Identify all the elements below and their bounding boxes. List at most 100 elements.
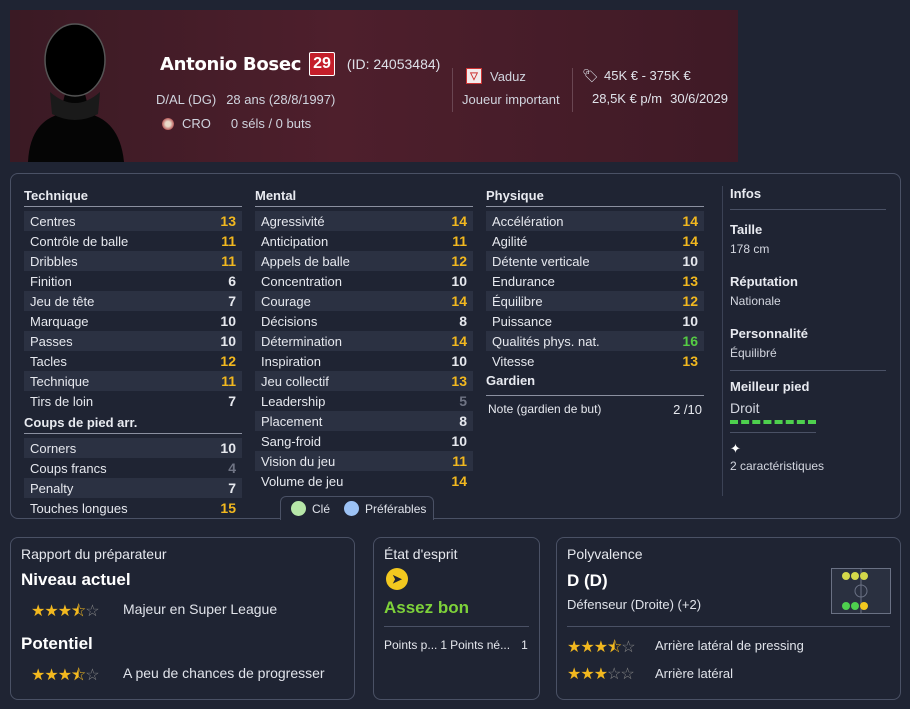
mental-attr-row[interactable]: Placement 8 bbox=[255, 411, 473, 431]
player-silhouette-icon bbox=[28, 23, 124, 162]
physical-attr-row[interactable]: Puissance 10 bbox=[486, 311, 704, 331]
physical-attr-label: Qualités phys. nat. bbox=[492, 333, 600, 349]
physical-attr-row[interactable]: Agilité 14 bbox=[486, 231, 704, 251]
mental-attr-row[interactable]: Agressivité 14 bbox=[255, 211, 473, 231]
technique-attr-row[interactable]: Technique 11 bbox=[24, 371, 242, 391]
mental-attr-row[interactable]: Jeu collectif 13 bbox=[255, 371, 473, 391]
physical-attr-row[interactable]: Accélération 14 bbox=[486, 211, 704, 231]
physical-attr-row[interactable]: Équilibre 12 bbox=[486, 291, 704, 311]
wage: 28,5K € p/m bbox=[592, 91, 663, 106]
mental-attr-value: 14 bbox=[451, 293, 467, 309]
role1-stars: ★★★⯪☆ bbox=[567, 639, 636, 656]
physical-attr-row[interactable]: Vitesse 13 bbox=[486, 351, 704, 371]
set-piece-attr-value: 15 bbox=[220, 500, 236, 516]
contract-end: 30/6/2029 bbox=[670, 91, 728, 106]
physical-attr-row[interactable]: Détente verticale 10 bbox=[486, 251, 704, 271]
personality-label: Personnalité bbox=[730, 326, 809, 341]
mental-column: Mental Agressivité 14 Anticipation 11 Appels… bbox=[255, 188, 473, 491]
goalkeeper-rating-label: Note (gardien de but) bbox=[488, 402, 602, 416]
technique-attr-row[interactable]: Tacles 12 bbox=[24, 351, 242, 371]
mood-title[interactable]: État d'esprit bbox=[384, 546, 458, 562]
physical-attr-label: Accélération bbox=[492, 213, 564, 229]
technique-attr-row[interactable]: Tirs de loin 7 bbox=[24, 391, 242, 411]
mental-attr-label: Jeu collectif bbox=[261, 373, 329, 389]
mental-attr-row[interactable]: Leadership 5 bbox=[255, 391, 473, 411]
technique-attr-row[interactable]: Contrôle de balle 11 bbox=[24, 231, 242, 251]
role2-label[interactable]: Arrière latéral bbox=[655, 666, 733, 681]
coach-report-panel: Rapport du préparateur Niveau actuel ★★★… bbox=[10, 537, 355, 700]
mental-attr-value: 14 bbox=[451, 213, 467, 229]
set-piece-attr-row[interactable]: Coups francs 4 bbox=[24, 458, 242, 478]
mental-attr-value: 8 bbox=[459, 413, 467, 429]
technique-attr-row[interactable]: Dribbles 11 bbox=[24, 251, 242, 271]
foot-strength-bar bbox=[730, 420, 816, 433]
mental-attr-row[interactable]: Détermination 14 bbox=[255, 331, 473, 351]
legend-key[interactable]: Clé bbox=[312, 502, 330, 516]
physical-attr-value: 10 bbox=[682, 313, 698, 329]
current-ability-label: Niveau actuel bbox=[21, 570, 131, 589]
technique-attr-value: 10 bbox=[220, 313, 236, 329]
technique-attr-row[interactable]: Finition 6 bbox=[24, 271, 242, 291]
club-name[interactable]: Vaduz bbox=[490, 69, 526, 84]
set-piece-attr-label: Coups francs bbox=[30, 460, 107, 476]
mental-attr-row[interactable]: Décisions 8 bbox=[255, 311, 473, 331]
mental-attr-row[interactable]: Concentration 10 bbox=[255, 271, 473, 291]
mental-attr-label: Détermination bbox=[261, 333, 342, 349]
role1-label[interactable]: Arrière latéral de pressing bbox=[655, 638, 804, 653]
technique-attr-row[interactable]: Marquage 10 bbox=[24, 311, 242, 331]
info-title: Infos bbox=[730, 186, 886, 210]
set-piece-attr-row[interactable]: Penalty 7 bbox=[24, 478, 242, 498]
mood-value: Assez bon bbox=[384, 598, 470, 617]
section-title-mental: Mental bbox=[255, 188, 473, 207]
player-age: 28 ans (28/8/1997) bbox=[226, 92, 336, 107]
mental-attr-label: Sang-froid bbox=[261, 433, 321, 449]
info-divider bbox=[722, 186, 723, 496]
set-piece-attr-row[interactable]: Corners 10 bbox=[24, 438, 242, 458]
best-position: D (D) bbox=[567, 571, 608, 590]
physical-attr-row[interactable]: Qualités phys. nat. 16 bbox=[486, 331, 704, 351]
physical-attr-value: 13 bbox=[682, 353, 698, 369]
technique-attr-label: Technique bbox=[30, 373, 90, 389]
set-piece-attr-row[interactable]: Touches longues 15 bbox=[24, 498, 242, 518]
mental-attr-row[interactable]: Vision du jeu 11 bbox=[255, 451, 473, 471]
mental-attr-label: Anticipation bbox=[261, 233, 329, 249]
player-id: (ID: 24053484) bbox=[346, 56, 441, 72]
legend-preferred[interactable]: Préférables bbox=[365, 502, 426, 516]
technique-attr-row[interactable]: Centres 13 bbox=[24, 211, 242, 231]
versatility-title[interactable]: Polyvalence bbox=[567, 546, 643, 562]
technique-attr-row[interactable]: Passes 10 bbox=[24, 331, 242, 351]
reputation-value: Nationale bbox=[730, 294, 781, 308]
mental-attr-label: Décisions bbox=[261, 313, 318, 329]
potential-label: Potentiel bbox=[21, 634, 93, 653]
physical-attr-value: 16 bbox=[682, 333, 698, 349]
physical-attr-row[interactable]: Endurance 13 bbox=[486, 271, 704, 291]
nationality[interactable]: CRO bbox=[182, 116, 211, 131]
physical-attr-label: Vitesse bbox=[492, 353, 535, 369]
position-description: Défenseur (Droite) (+2) bbox=[567, 597, 702, 612]
technique-attr-value: 7 bbox=[228, 393, 236, 409]
set-piece-attr-label: Corners bbox=[30, 440, 77, 456]
player-name: Antonio Bosec bbox=[160, 53, 302, 75]
technique-attr-label: Finition bbox=[30, 273, 72, 289]
mental-attr-value: 12 bbox=[451, 253, 467, 269]
mental-attr-row[interactable]: Sang-froid 10 bbox=[255, 431, 473, 451]
mental-attr-row[interactable]: Inspiration 10 bbox=[255, 351, 473, 371]
technique-column: Technique Centres 13 Contrôle de balle 11 Dr… bbox=[24, 188, 242, 518]
coach-report-title[interactable]: Rapport du préparateur bbox=[21, 546, 167, 562]
physical-list: Accélération 14 Agilité 14 Détente verticale… bbox=[486, 211, 704, 371]
traits-sparkle-icon: ✦ bbox=[730, 441, 741, 456]
mental-attr-label: Courage bbox=[261, 293, 311, 309]
traits-count[interactable]: 2 caractéristiques bbox=[730, 459, 886, 473]
mental-attr-row[interactable]: Appels de balle 12 bbox=[255, 251, 473, 271]
mental-attr-label: Volume de jeu bbox=[261, 473, 344, 489]
personality-value[interactable]: Équilibré bbox=[730, 346, 886, 371]
value-info: 🏷 45K € - 375K € 28,5K € p/m 30/6/2029 bbox=[582, 68, 728, 114]
technique-attr-value: 7 bbox=[228, 293, 236, 309]
player-header: Antonio Bosec 29 (ID: 24053484) D/AL (DG… bbox=[10, 10, 738, 162]
mental-attr-row[interactable]: Anticipation 11 bbox=[255, 231, 473, 251]
technique-attr-row[interactable]: Jeu de tête 7 bbox=[24, 291, 242, 311]
mental-attr-row[interactable]: Volume de jeu 14 bbox=[255, 471, 473, 491]
mental-attr-value: 14 bbox=[451, 333, 467, 349]
mental-attr-label: Agressivité bbox=[261, 213, 325, 229]
mental-attr-row[interactable]: Courage 14 bbox=[255, 291, 473, 311]
